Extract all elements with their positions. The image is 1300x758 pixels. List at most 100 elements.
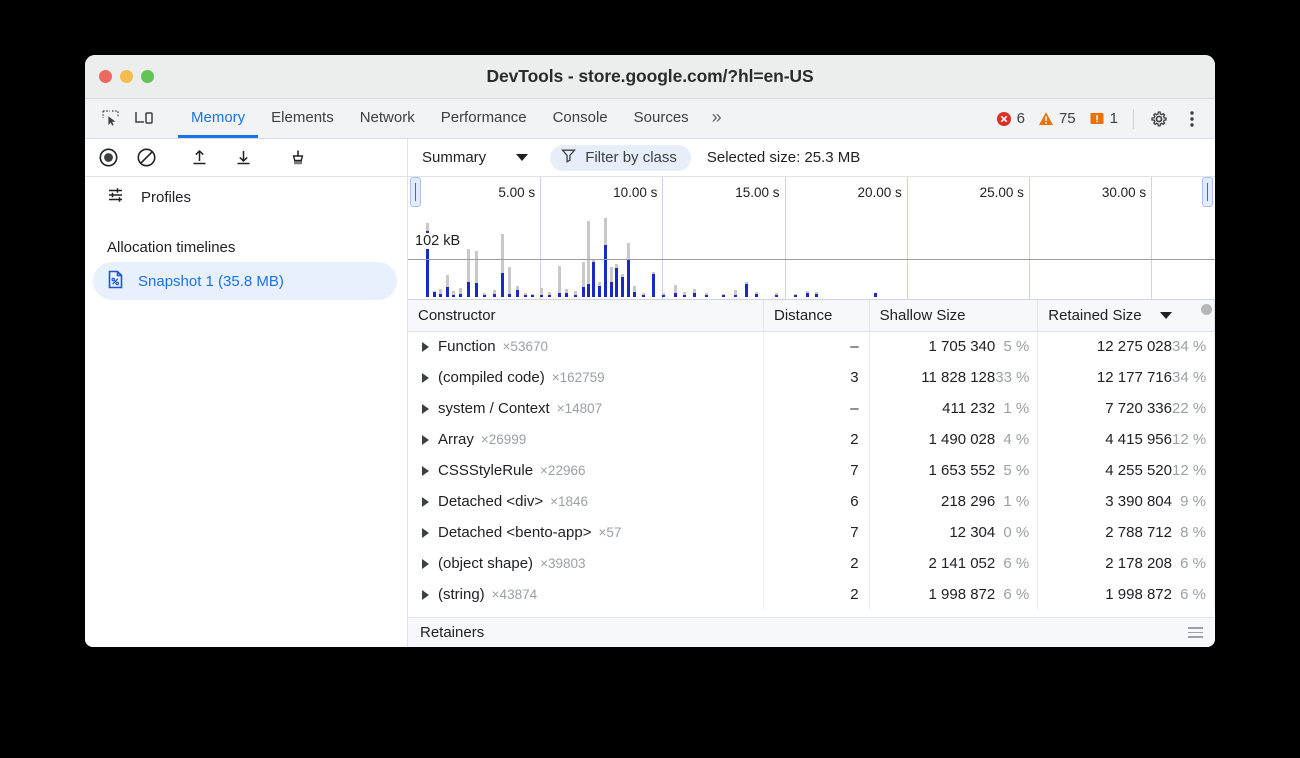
cell-shallow-size: 11 828 12833 % <box>869 362 1038 393</box>
chevron-down-icon <box>516 154 528 161</box>
constructor-name: CSSStyleRule <box>438 462 533 479</box>
cell-retained-size: 12 275 02834 % <box>1038 331 1215 362</box>
constructor-count: ×162759 <box>552 370 605 385</box>
expand-triangle-icon[interactable] <box>422 559 429 569</box>
retained-size-value: 4 255 520 <box>1105 462 1172 479</box>
tab-network[interactable]: Network <box>347 99 428 138</box>
table-header-row: Constructor Distance Shallow Size Retain… <box>408 300 1215 331</box>
cell-constructor[interactable]: (compiled code)×162759 <box>408 362 764 393</box>
retained-size-percent: 8 % <box>1172 524 1206 541</box>
upload-profile-icon[interactable] <box>184 144 214 172</box>
cell-constructor[interactable]: CSSStyleRule ×22966 <box>408 455 764 486</box>
shallow-size-percent: 4 % <box>995 431 1029 448</box>
retained-size-value: 2 178 208 <box>1105 555 1172 572</box>
sidebar-item-snapshot-1[interactable]: Snapshot 1 (35.8 MB) <box>93 262 397 300</box>
constructor-table-wrap: Constructor Distance Shallow Size Retain… <box>408 300 1215 617</box>
expand-triangle-icon[interactable] <box>422 342 429 352</box>
tune-icon <box>107 185 127 209</box>
column-header-shallow-size[interactable]: Shallow Size <box>869 300 1038 331</box>
constructor-count: ×1846 <box>550 494 588 509</box>
table-row[interactable]: Function×53670–1 705 3405 %12 275 02834 … <box>408 331 1215 362</box>
table-row[interactable]: Detached <div>×18466218 2961 %3 390 8049… <box>408 486 1215 517</box>
shallow-size-percent: 5 % <box>995 338 1029 355</box>
expand-triangle-icon[interactable] <box>422 590 429 600</box>
inspect-element-icon[interactable] <box>95 105 125 133</box>
column-header-distance[interactable]: Distance <box>764 300 870 331</box>
tab-memory[interactable]: Memory <box>178 99 258 138</box>
constructor-name: Array <box>438 431 474 448</box>
expand-triangle-icon[interactable] <box>422 466 429 476</box>
cell-constructor[interactable]: system / Context×14807 <box>408 393 764 424</box>
timeline-threshold-label: 102 kB <box>412 233 463 249</box>
toolbar-divider <box>1133 109 1134 129</box>
devtools-window: DevTools - store.google.com/?hl=en-US <box>85 55 1215 647</box>
sidebar-section-allocation-timelines: Allocation timelines <box>85 217 407 262</box>
table-row[interactable]: Array×2699921 490 0284 %4 415 95612 % <box>408 424 1215 455</box>
error-count-badge[interactable]: 6 <box>991 110 1030 127</box>
retained-size-value: 12 275 028 <box>1097 338 1172 355</box>
collect-garbage-icon[interactable] <box>283 144 313 172</box>
info-count-value: 1 <box>1110 110 1118 127</box>
expand-triangle-icon[interactable] <box>422 497 429 507</box>
kebab-menu-icon[interactable] <box>1177 105 1207 133</box>
expand-triangle-icon[interactable] <box>422 373 429 383</box>
view-select[interactable]: Summary <box>416 149 534 166</box>
constructor-name: (object shape) <box>438 555 533 572</box>
device-toolbar-icon[interactable] <box>129 105 159 133</box>
hamburger-menu-icon[interactable] <box>1188 627 1203 638</box>
table-row[interactable]: (compiled code)×162759311 828 12833 %12 … <box>408 362 1215 393</box>
cell-retained-size: 4 255 52012 % <box>1038 455 1215 486</box>
cell-constructor[interactable]: Function×53670 <box>408 331 764 362</box>
table-row[interactable]: (object shape)×3980322 141 0526 %2 178 2… <box>408 548 1215 579</box>
warning-count-badge[interactable]: 75 <box>1033 110 1081 127</box>
column-header-retained-size[interactable]: Retained Size <box>1038 300 1215 331</box>
table-row[interactable]: CSSStyleRule×2296671 653 5525 %4 255 520… <box>408 455 1215 486</box>
filter-by-class-input[interactable]: Filter by class <box>550 145 691 171</box>
heap-snapshot-icon <box>105 269 126 294</box>
clear-icon[interactable] <box>131 144 161 172</box>
selection-handle-right[interactable] <box>1202 177 1213 207</box>
selection-handle-left[interactable] <box>410 177 421 207</box>
tab-performance[interactable]: Performance <box>428 99 540 138</box>
cell-shallow-size: 1 490 0284 % <box>869 424 1038 455</box>
shallow-size-value: 411 232 <box>942 400 995 417</box>
memory-toolbar <box>85 139 407 177</box>
view-select-value: Summary <box>422 149 486 166</box>
record-icon[interactable] <box>93 144 123 172</box>
cell-constructor[interactable]: Detached <bento-app>×57 <box>408 517 764 548</box>
table-row[interactable]: (string)×4387421 998 8726 %1 998 8726 % <box>408 579 1215 610</box>
download-profile-icon[interactable] <box>228 144 258 172</box>
cell-distance: 7 <box>764 455 870 486</box>
cell-retained-size: 4 415 95612 % <box>1038 424 1215 455</box>
gear-icon[interactable] <box>1144 105 1174 133</box>
more-tabs-button[interactable]: » <box>702 99 732 138</box>
retainers-footer[interactable]: Retainers <box>408 617 1215 647</box>
cell-constructor[interactable]: (string)×43874 <box>408 579 764 610</box>
cell-constructor[interactable]: Detached <div>×1846 <box>408 486 764 517</box>
summary-toolbar: Summary Filter by class Selected size: 2… <box>408 139 1215 177</box>
shallow-size-value: 12 304 <box>949 524 995 541</box>
tab-elements[interactable]: Elements <box>258 99 347 138</box>
info-count-badge[interactable]: 1 <box>1084 110 1123 127</box>
column-header-constructor[interactable]: Constructor <box>408 300 764 331</box>
cell-constructor[interactable]: Array×26999 <box>408 424 764 455</box>
expand-triangle-icon[interactable] <box>422 435 429 445</box>
constructor-count: ×57 <box>598 525 621 540</box>
cell-constructor[interactable]: (object shape)×39803 <box>408 548 764 579</box>
sidebar-item-profiles[interactable]: Profiles <box>85 177 407 217</box>
table-row[interactable]: system / Context×14807–411 2321 %7 720 3… <box>408 393 1215 424</box>
retained-size-value: 1 998 872 <box>1105 586 1172 603</box>
error-count-value: 6 <box>1017 110 1025 127</box>
expand-triangle-icon[interactable] <box>422 404 429 414</box>
retained-size-percent: 34 % <box>1172 369 1206 386</box>
tab-sources[interactable]: Sources <box>621 99 702 138</box>
tab-console[interactable]: Console <box>540 99 621 138</box>
shallow-size-value: 1 705 340 <box>929 338 996 355</box>
constructor-count: ×22966 <box>540 463 585 478</box>
allocation-timeline-chart[interactable]: 5.00 s10.00 s15.00 s20.00 s25.00 s30.00 … <box>408 177 1215 300</box>
table-scrollbar[interactable] <box>1201 304 1212 315</box>
retained-size-value: 2 788 712 <box>1105 524 1172 541</box>
expand-triangle-icon[interactable] <box>422 528 429 538</box>
table-row[interactable]: Detached <bento-app>×57712 3040 %2 788 7… <box>408 517 1215 548</box>
cell-retained-size: 7 720 33622 % <box>1038 393 1215 424</box>
